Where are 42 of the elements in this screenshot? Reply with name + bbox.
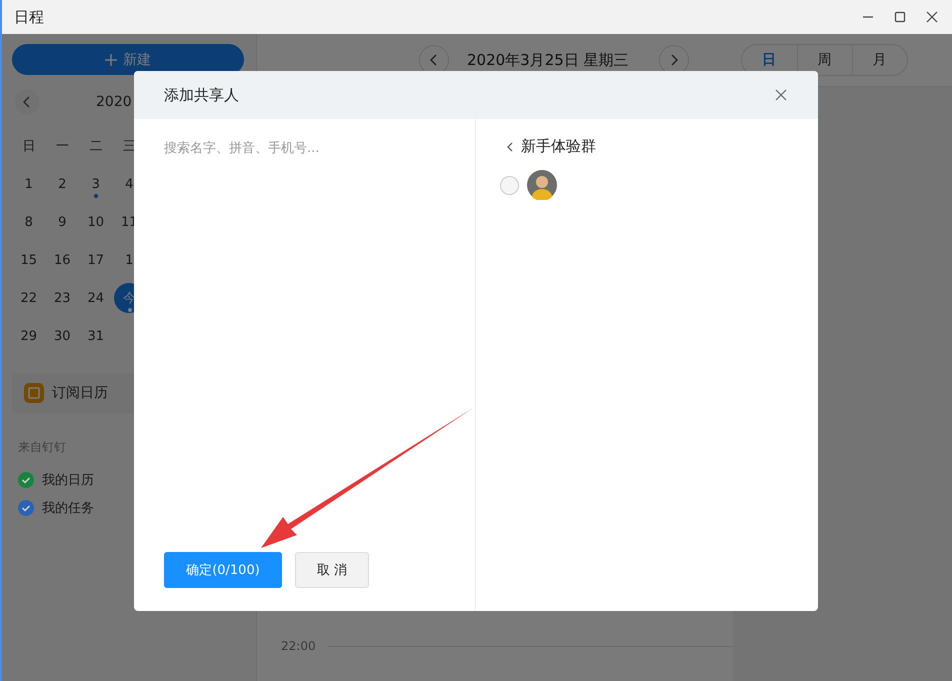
checkbox[interactable]: [18, 472, 34, 488]
plus-icon: [105, 54, 117, 66]
close-icon[interactable]: [775, 89, 787, 101]
date-title: 2020年3月25日 星期三: [467, 50, 629, 70]
weekday-label: 二: [88, 138, 104, 156]
dialog-title: 添加共享人: [164, 86, 239, 104]
cancel-button[interactable]: 取 消: [295, 552, 369, 588]
time-label: 22:00: [281, 639, 316, 653]
calendar-day[interactable]: 10: [80, 207, 111, 237]
radio-button[interactable]: [500, 176, 519, 194]
calendar-day[interactable]: 30: [47, 321, 78, 351]
calendar-day[interactable]: 3: [80, 169, 111, 199]
calendar-day[interactable]: 31: [80, 321, 111, 351]
back-icon[interactable]: [506, 142, 513, 152]
weekday-label: 一: [54, 138, 70, 156]
avatar: [527, 170, 557, 200]
maximize-icon[interactable]: [894, 11, 906, 23]
calendar-day[interactable]: 22: [14, 283, 44, 313]
calendar-day[interactable]: 24: [80, 283, 111, 313]
calendar-label: 我的任务: [42, 500, 94, 517]
calendar-day[interactable]: 17: [80, 245, 111, 275]
window-title: 日程: [14, 8, 44, 26]
calendar-day[interactable]: 16: [47, 245, 78, 275]
view-tab[interactable]: 月: [852, 45, 907, 75]
calendar-day[interactable]: 29: [14, 321, 44, 351]
calendar-day[interactable]: 9: [47, 207, 78, 237]
close-icon[interactable]: [926, 11, 938, 23]
calendar-label: 我的日历: [42, 472, 94, 489]
calendar-day[interactable]: 15: [14, 245, 44, 275]
calendar-day[interactable]: 2: [47, 169, 78, 199]
new-button[interactable]: 新建: [12, 44, 244, 75]
month-title: 2020: [96, 94, 132, 110]
calendar-day[interactable]: 1: [14, 169, 44, 199]
calendar-icon: [24, 383, 44, 403]
weekday-label: 日: [21, 138, 36, 156]
calendar-day[interactable]: 23: [47, 283, 78, 313]
subscribe-label: 订阅日历: [52, 384, 108, 402]
weekday-label: 三: [122, 138, 137, 156]
checkbox[interactable]: [18, 500, 34, 516]
calendar-day[interactable]: 8: [14, 207, 44, 237]
confirm-button[interactable]: 确定(0/100): [164, 552, 282, 588]
group-name[interactable]: 新手体验群: [521, 137, 596, 156]
